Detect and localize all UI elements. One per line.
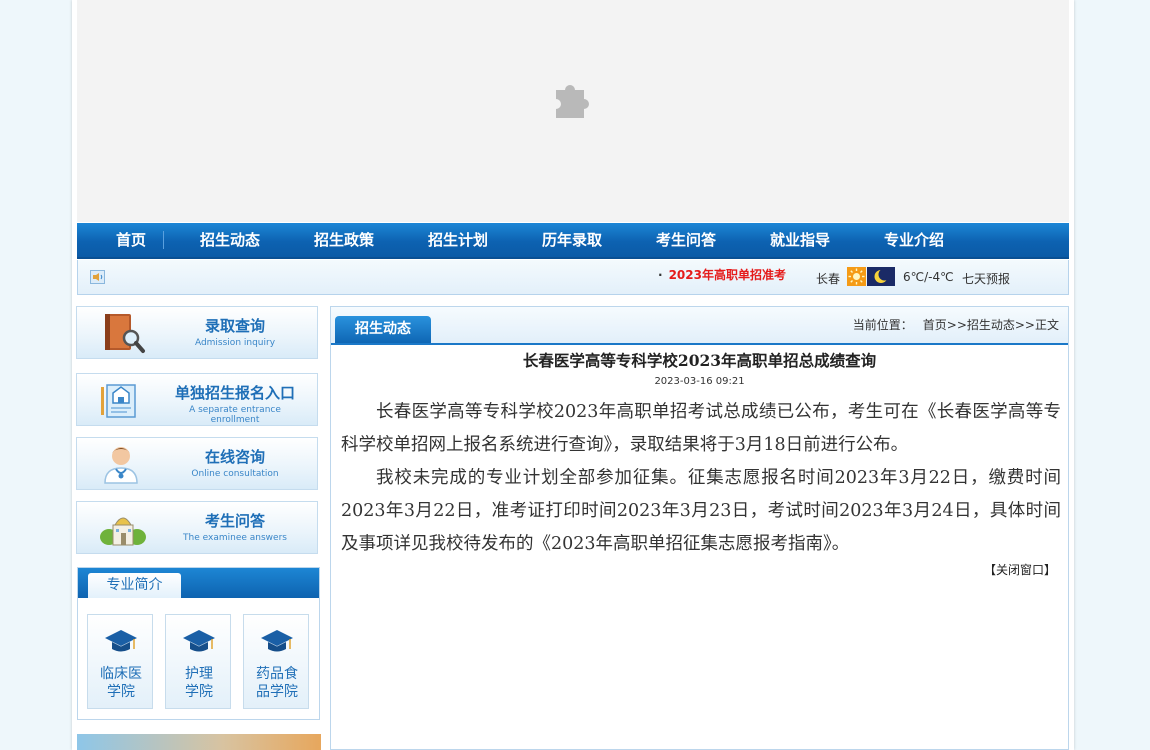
- major-label-line2: 学院: [107, 684, 135, 700]
- admission-inquiry-button[interactable]: 录取查询 Admission inquiry: [76, 306, 318, 359]
- notice-icon: [90, 270, 105, 284]
- major-label: 护理 学院: [168, 665, 230, 701]
- online-consultation-button[interactable]: 在线咨询 Online consultation: [76, 437, 318, 490]
- major-label: 药品食 品学院: [246, 665, 308, 701]
- promo-banner[interactable]: [77, 734, 321, 750]
- banner-plugin-area: [77, 0, 1069, 222]
- nav-separator: [163, 231, 164, 249]
- major-label-line1: 护理: [185, 666, 213, 682]
- breadcrumb: 当前位置： 首页>>招生动态>>正文: [853, 316, 1059, 333]
- nav-item-qa[interactable]: 考生问答: [643, 223, 729, 257]
- major-label: 临床医 学院: [90, 665, 152, 701]
- major-label-line2: 品学院: [256, 684, 298, 700]
- article-paragraph: 长春医学高等专科学校2023年高职单招考试总成绩已公布，考生可在《长春医学高等专…: [341, 402, 1061, 455]
- news-marquee[interactable]: · 2023年高职单招准考: [658, 266, 786, 283]
- article-panel: 招生动态 当前位置： 首页>>招生动态>>正文 长春医学高等专科学校2023年高职…: [330, 306, 1069, 750]
- nav-item-majors[interactable]: 专业介绍: [871, 223, 957, 257]
- main-nav: 首页 招生动态 招生政策 招生计划 历年录取 考生问答 就业指导 专业介绍: [77, 223, 1069, 259]
- nav-item-admission-plan[interactable]: 招生计划: [415, 223, 501, 257]
- button-subtitle: Admission inquiry: [194, 338, 276, 348]
- majors-heading: 专业简介: [88, 573, 181, 598]
- nav-item-home[interactable]: 首页: [97, 223, 165, 257]
- marquee-text: 2023年高职单招准考: [668, 268, 786, 282]
- button-title: 录取查询: [204, 317, 265, 335]
- plugin-puzzle-icon: [556, 84, 589, 118]
- page-container: 首页 招生动态 招生政策 招生计划 历年录取 考生问答 就业指导 专业介绍 · 2…: [72, 0, 1074, 750]
- tab-admission-news[interactable]: 招生动态: [335, 316, 431, 343]
- majors-panel: 专业简介 临床医 学院 护理 学院 药品食 品学院: [77, 567, 320, 720]
- button-title: 在线咨询: [204, 448, 265, 466]
- major-nursing[interactable]: 护理 学院: [165, 614, 231, 709]
- bullet-dot: ·: [658, 268, 663, 282]
- separate-enrollment-button[interactable]: 单独招生报名入口 A separate entrance enrollment: [76, 373, 318, 426]
- graduation-cap-icon: [105, 630, 137, 652]
- forecast-link[interactable]: 七天预报: [962, 270, 1010, 287]
- sun-icon: [847, 267, 866, 286]
- majors-header: 专业简介: [78, 568, 319, 598]
- nav-item-admission-news[interactable]: 招生动态: [187, 223, 273, 257]
- nav-item-past-admissions[interactable]: 历年录取: [529, 223, 615, 257]
- graduation-cap-icon: [183, 630, 215, 652]
- button-subtitle: Online consultation: [191, 469, 279, 479]
- button-subtitle: The examinee answers: [183, 533, 287, 543]
- info-bar: · 2023年高职单招准考 长春 6℃/-4℃ 七天预报: [77, 260, 1069, 295]
- button-title: 单独招生报名入口: [174, 384, 295, 402]
- weather-city: 长春: [816, 272, 841, 286]
- breadcrumb-path[interactable]: 首页>>招生动态>>正文: [923, 318, 1059, 332]
- moon-icon: [867, 267, 895, 286]
- nav-item-admission-policy[interactable]: 招生政策: [301, 223, 387, 257]
- examinee-qa-button[interactable]: 考生问答 The examinee answers: [76, 501, 318, 554]
- article-title: 长春医学高等专科学校2023年高职单招总成绩查询: [522, 351, 877, 370]
- enrollment-document-icon: [101, 384, 136, 418]
- major-label-line1: 临床医: [100, 666, 142, 682]
- article-date: 2023-03-16 09:21: [654, 376, 745, 387]
- nav-item-employment[interactable]: 就业指导: [757, 223, 843, 257]
- breadcrumb-label: 当前位置：: [852, 318, 913, 332]
- book-magnifier-icon: [105, 314, 145, 353]
- weather-temperature: 6℃/-4℃: [903, 270, 954, 284]
- graduation-cap-icon: [261, 630, 293, 652]
- button-subtitle: A separate entrance enrollment: [189, 405, 281, 425]
- major-clinical-medicine[interactable]: 临床医 学院: [87, 614, 153, 709]
- article-body: 长春医学高等专科学校2023年高职单招考试总成绩已公布，考生可在《长春医学高等专…: [341, 396, 1061, 561]
- major-label-line1: 药品食: [256, 666, 298, 682]
- major-pharmacy-food[interactable]: 药品食 品学院: [243, 614, 309, 709]
- campus-building-icon: [100, 517, 146, 546]
- doctor-icon: [104, 447, 138, 484]
- close-window-link[interactable]: 【关闭窗口】: [984, 561, 1056, 578]
- article-header: 招生动态 当前位置： 首页>>招生动态>>正文: [331, 307, 1068, 345]
- button-title: 考生问答: [204, 512, 265, 530]
- major-label-line2: 学院: [185, 684, 213, 700]
- article-paragraph: 我校未完成的专业计划全部参加征集。征集志愿报名时间2023年3月22日，缴费时间…: [341, 468, 1061, 554]
